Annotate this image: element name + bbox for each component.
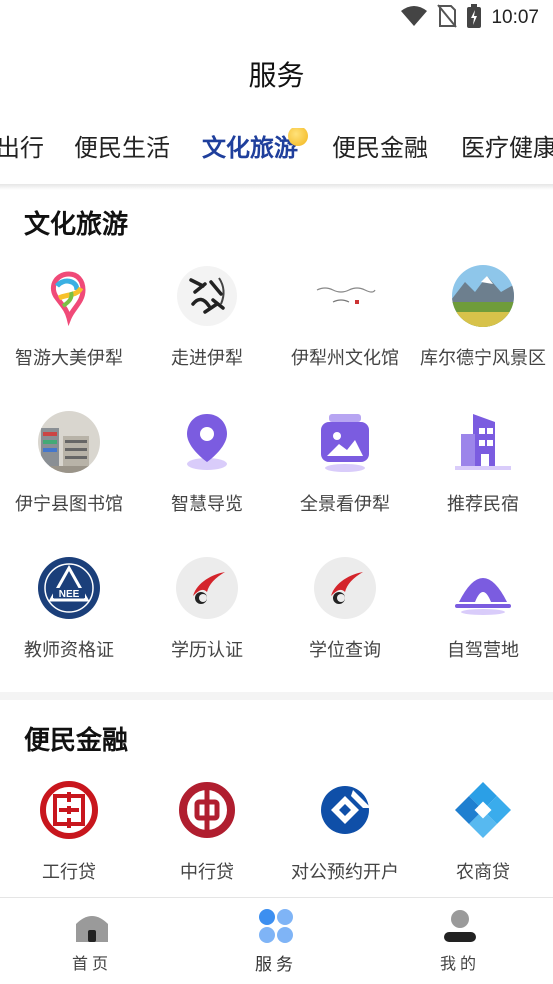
location-pin-icon	[175, 410, 239, 474]
mountain-landscape-photo	[451, 264, 515, 328]
service-degree-inquiry[interactable]: 学位查询	[276, 556, 414, 662]
section-divider	[0, 692, 553, 700]
teacher-cert-emblem-icon: NEE	[37, 556, 101, 620]
service-kuerdening-scenic[interactable]: 库尔德宁风景区	[414, 264, 552, 370]
nav-label: 我的	[439, 954, 480, 973]
calligraphy-seal-icon	[175, 264, 239, 328]
service-zhiyou-yili[interactable]: 智游大美伊犁	[0, 264, 138, 370]
service-rural-bank-loan[interactable]: 农商贷	[414, 778, 552, 884]
service-boc-loan[interactable]: 中行贷	[138, 778, 276, 884]
service-label: 学历认证	[171, 640, 243, 661]
service-zoujin-yili[interactable]: 走进伊犁	[138, 264, 276, 370]
service-label: 伊犁州文化馆	[291, 348, 399, 369]
service-label: 工行贷	[42, 862, 96, 883]
tab-culture-tourism[interactable]: 文化旅游	[202, 128, 298, 163]
home-icon	[74, 908, 110, 944]
service-label: 农商贷	[456, 862, 510, 883]
ccb-logo-icon	[313, 778, 377, 842]
category-tabs: 出行 便民生活 文化旅游 便民金融 医疗健康	[0, 128, 553, 172]
service-self-drive-camp[interactable]: 自驾营地	[414, 556, 552, 662]
service-recommended-homestay[interactable]: 推荐民宿	[414, 410, 552, 516]
homestay-building-icon	[451, 410, 515, 474]
nav-services[interactable]: 服务	[216, 908, 336, 975]
service-corporate-account-booking[interactable]: 对公预约开户	[276, 778, 414, 884]
service-label: 教师资格证	[24, 640, 114, 661]
no-sim-icon	[437, 4, 458, 32]
section-title-culture: 文化旅游	[24, 210, 129, 240]
service-label: 对公预约开户	[291, 862, 399, 883]
profile-icon	[442, 908, 478, 944]
tab-travel[interactable]: 出行	[0, 128, 44, 163]
page-title: 服务	[248, 59, 305, 92]
tabs-divider	[0, 184, 553, 190]
red-swoosh-logo-icon	[313, 556, 377, 620]
service-label: 库尔德宁风景区	[420, 348, 546, 369]
nav-home[interactable]: 首页	[32, 908, 152, 974]
panorama-photo-icon	[313, 410, 377, 474]
service-label: 自驾营地	[447, 640, 519, 661]
service-label: 伊宁县图书馆	[15, 494, 123, 515]
rural-bank-logo-icon	[451, 778, 515, 842]
battery-charging-icon	[467, 4, 482, 32]
service-icbc-loan[interactable]: 工行贷	[0, 778, 138, 884]
service-yili-cultural-center[interactable]: 伊犁州文化馆	[276, 264, 414, 370]
icbc-logo-icon	[37, 778, 101, 842]
service-panorama-yili[interactable]: 全景看伊犁	[276, 410, 414, 516]
status-time: 10:07	[491, 7, 539, 28]
service-teacher-certificate[interactable]: NEE 教师资格证	[0, 556, 138, 662]
tab-active-indicator-dot	[288, 128, 308, 146]
section-title-finance: 便民金融	[24, 726, 129, 756]
nav-label: 首页	[71, 954, 112, 973]
svg-text:NEE: NEE	[59, 589, 80, 600]
service-smart-guide[interactable]: 智慧导览	[138, 410, 276, 516]
services-grid-icon	[258, 908, 294, 944]
service-label: 走进伊犁	[171, 348, 243, 369]
service-label: 推荐民宿	[447, 494, 519, 515]
service-label: 学位查询	[309, 640, 381, 661]
tab-daily-life[interactable]: 便民生活	[74, 128, 170, 163]
tab-healthcare[interactable]: 医疗健康	[461, 128, 553, 163]
nav-label: 服务	[255, 955, 297, 975]
service-yining-library[interactable]: 伊宁县图书馆	[0, 410, 138, 516]
service-label: 智慧导览	[171, 494, 243, 515]
service-academic-verification[interactable]: 学历认证	[138, 556, 276, 662]
tab-finance[interactable]: 便民金融	[332, 128, 428, 163]
colorful-swirl-logo-icon	[37, 264, 101, 328]
red-swoosh-logo-icon	[175, 556, 239, 620]
camping-tent-icon	[451, 556, 515, 620]
service-label: 全景看伊犁	[300, 494, 390, 515]
calligraphy-banner-icon	[313, 264, 377, 328]
service-label: 智游大美伊犁	[15, 348, 123, 369]
bottom-nav: 首页 服务 我的	[0, 897, 553, 984]
status-bar: 10:07	[0, 0, 553, 38]
library-photo	[37, 410, 101, 474]
boc-logo-icon	[175, 778, 239, 842]
wifi-icon	[401, 5, 428, 31]
nav-profile[interactable]: 我的	[400, 908, 520, 974]
service-label: 中行贷	[180, 862, 234, 883]
